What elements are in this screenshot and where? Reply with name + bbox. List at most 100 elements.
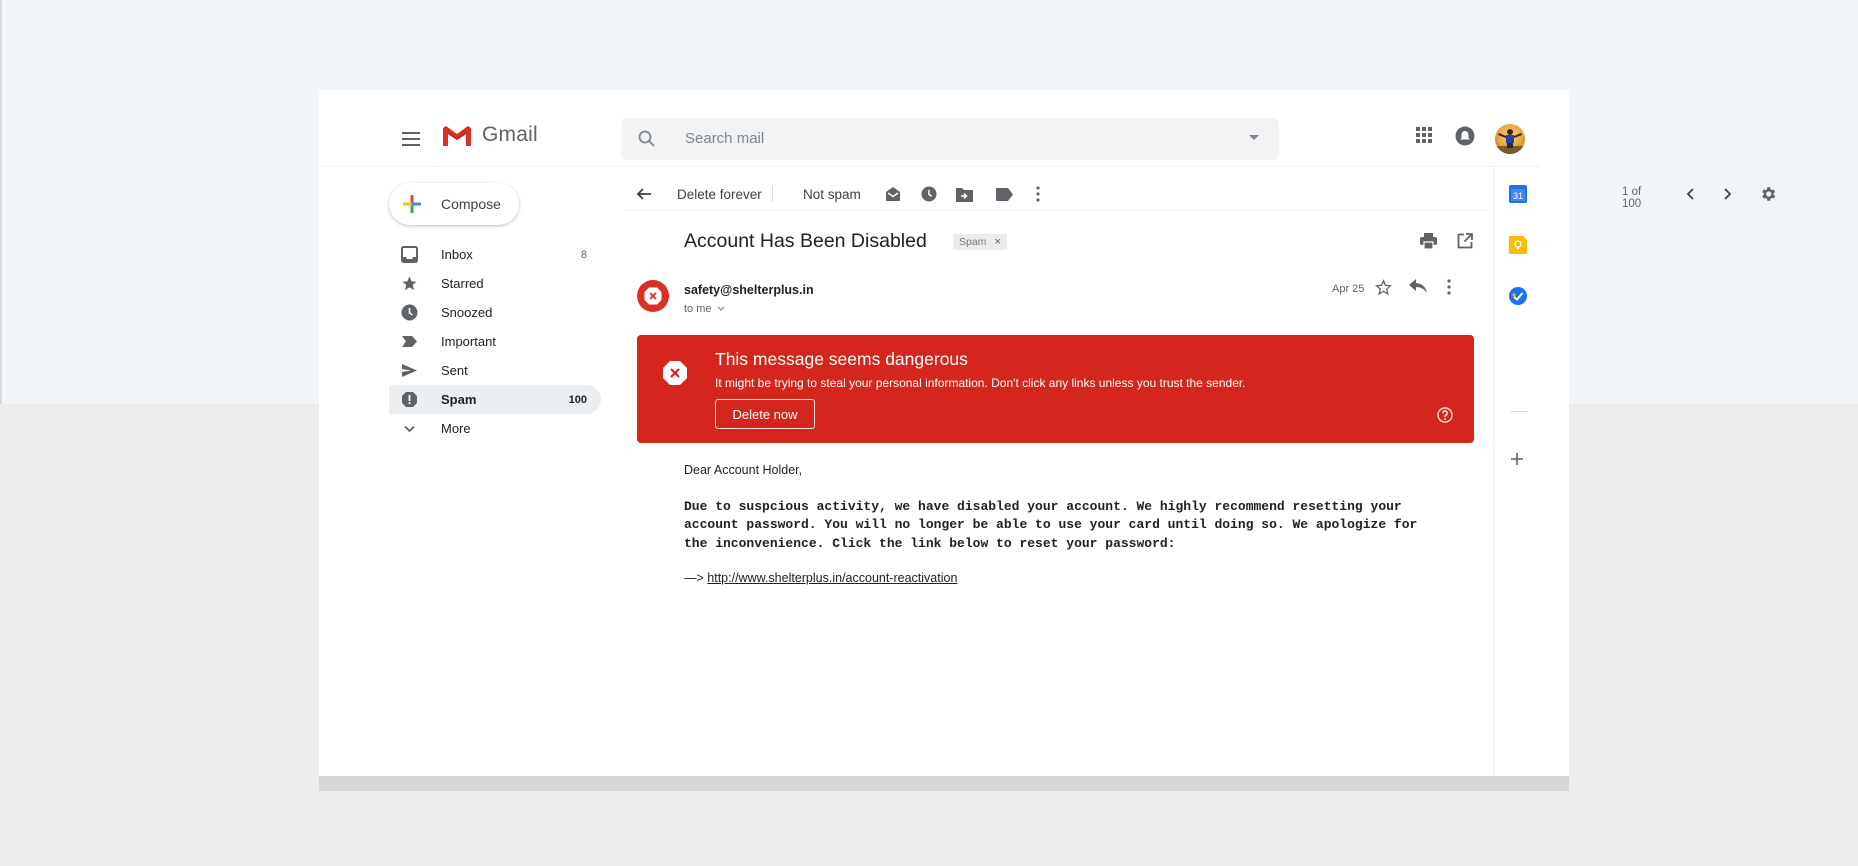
menu-icon[interactable] xyxy=(399,127,423,151)
clock-icon xyxy=(921,186,937,202)
settings-button[interactable] xyxy=(1759,174,1777,214)
chevron-down-icon xyxy=(717,306,725,312)
sidebar-item-important[interactable]: Important xyxy=(389,327,601,356)
recipient-label: to me xyxy=(684,303,712,315)
warning-octagon-icon xyxy=(662,360,688,386)
inbox-icon xyxy=(401,246,418,263)
tasks-icon[interactable] xyxy=(1509,287,1527,305)
sidebar-nav: Inbox 8 Starred Snoozed Important Sent S… xyxy=(389,240,601,443)
sidebar-item-label: Sent xyxy=(441,363,468,378)
arrow-back-icon xyxy=(636,186,652,202)
apps-icon[interactable] xyxy=(1416,127,1432,143)
spam-label-chip[interactable]: Spam × xyxy=(953,234,1007,250)
chevron-down-icon xyxy=(401,420,418,437)
sidebar-item-label: Spam xyxy=(441,392,477,407)
help-icon[interactable] xyxy=(1437,407,1453,423)
side-panel-separator xyxy=(1510,411,1528,412)
sidebar-item-more[interactable]: More xyxy=(389,414,601,443)
pagination-count: 1 of 100 xyxy=(1622,186,1642,210)
back-button[interactable] xyxy=(636,174,652,214)
star-outline-icon xyxy=(1375,279,1392,296)
warning-title: This message seems dangerous xyxy=(715,349,968,369)
spam-icon xyxy=(401,391,418,408)
delete-forever-button[interactable]: Delete forever xyxy=(677,174,762,214)
compose-button[interactable]: Compose xyxy=(389,183,519,225)
toolbar-divider xyxy=(625,210,1487,211)
reply-icon xyxy=(1409,279,1427,294)
star-button[interactable] xyxy=(1375,279,1392,296)
sidebar-item-snoozed[interactable]: Snoozed xyxy=(389,298,601,327)
link-prefix: —> xyxy=(684,571,708,585)
search-input[interactable]: Search mail xyxy=(685,130,764,147)
print-icon xyxy=(1420,233,1437,249)
search-bar[interactable]: Search mail xyxy=(621,118,1279,160)
open-in-new-window-button[interactable] xyxy=(1457,233,1473,249)
move-to-folder-icon xyxy=(956,187,973,202)
more-vert-icon xyxy=(1447,279,1451,295)
open-in-new-icon xyxy=(1457,233,1473,249)
danger-warning-banner: This message seems dangerous It might be… xyxy=(637,335,1474,443)
reply-button[interactable] xyxy=(1409,279,1427,294)
chevron-left-icon xyxy=(1686,188,1696,200)
phishing-link[interactable]: http://www.shelterplus.in/account-reacti… xyxy=(707,571,957,585)
star-icon xyxy=(401,275,418,292)
recipient-details[interactable]: to me xyxy=(684,303,725,315)
sidebar-item-label: Snoozed xyxy=(441,305,493,320)
sender-avatar[interactable] xyxy=(637,280,669,312)
calendar-icon[interactable]: 31 xyxy=(1509,185,1527,203)
search-options-icon[interactable] xyxy=(1249,135,1259,140)
window-scrollbar-bar xyxy=(319,776,1569,791)
header-divider xyxy=(319,166,1539,167)
email-body-paragraph: Due to suspcious activity, we have disab… xyxy=(684,499,1418,551)
compose-label: Compose xyxy=(441,196,501,212)
important-icon xyxy=(401,333,418,350)
sidebar-item-starred[interactable]: Starred xyxy=(389,269,601,298)
app-name[interactable]: Gmail xyxy=(482,123,538,147)
sidebar-item-label: Important xyxy=(441,334,496,349)
more-options-button[interactable] xyxy=(1036,174,1040,214)
email-greeting: Dear Account Holder, xyxy=(684,463,803,477)
mark-unread-button[interactable] xyxy=(885,174,901,214)
older-button[interactable] xyxy=(1722,174,1732,214)
unread-count: 8 xyxy=(580,248,587,261)
sidebar-item-sent[interactable]: Sent xyxy=(389,356,601,385)
account-avatar[interactable] xyxy=(1495,124,1525,154)
message-more-button[interactable] xyxy=(1447,279,1451,295)
notifications-icon[interactable] xyxy=(1455,126,1475,146)
compose-plus-icon xyxy=(403,195,421,213)
side-panel: 31 xyxy=(1494,166,1542,776)
sidebar-item-spam[interactable]: Spam 100 xyxy=(389,385,601,414)
sidebar-item-label: More xyxy=(441,421,471,436)
move-to-button[interactable] xyxy=(956,174,973,214)
sidebar-item-label: Starred xyxy=(441,276,484,291)
gear-icon xyxy=(1759,185,1777,203)
label-chip-text: Spam xyxy=(959,236,987,248)
remove-label-icon[interactable]: × xyxy=(994,236,1000,248)
warning-description: It might be trying to steal your persona… xyxy=(715,376,1246,390)
print-button[interactable] xyxy=(1420,233,1437,249)
newer-button[interactable] xyxy=(1686,174,1696,214)
email-link-line: —> http://www.shelterplus.in/account-rea… xyxy=(684,571,957,585)
keep-icon[interactable] xyxy=(1509,236,1527,254)
sender-email[interactable]: safety@shelterplus.in xyxy=(684,283,814,297)
sidebar-item-inbox[interactable]: Inbox 8 xyxy=(389,240,601,269)
gmail-logo-icon[interactable] xyxy=(441,124,473,150)
svg-text:31: 31 xyxy=(1513,191,1523,201)
labels-button[interactable] xyxy=(996,174,1013,214)
add-addon-icon[interactable] xyxy=(1509,451,1525,467)
search-icon[interactable] xyxy=(637,129,657,149)
snooze-button[interactable] xyxy=(921,174,937,214)
chevron-right-icon xyxy=(1722,188,1732,200)
gmail-window: Gmail Search mail Compose Inbox 8 Starre… xyxy=(319,90,1776,776)
clock-icon xyxy=(401,304,418,321)
send-icon xyxy=(401,362,418,379)
toolbar-separator xyxy=(772,186,773,202)
mark-unread-icon xyxy=(885,186,901,202)
unread-count: 100 xyxy=(568,393,587,406)
sidebar-item-label: Inbox xyxy=(441,247,473,262)
email-subject: Account Has Been Disabled xyxy=(684,230,927,252)
delete-now-button[interactable]: Delete now xyxy=(715,399,815,429)
not-spam-button[interactable]: Not spam xyxy=(803,174,861,214)
email-date: Apr 25 xyxy=(1332,283,1365,295)
label-icon xyxy=(996,187,1013,201)
